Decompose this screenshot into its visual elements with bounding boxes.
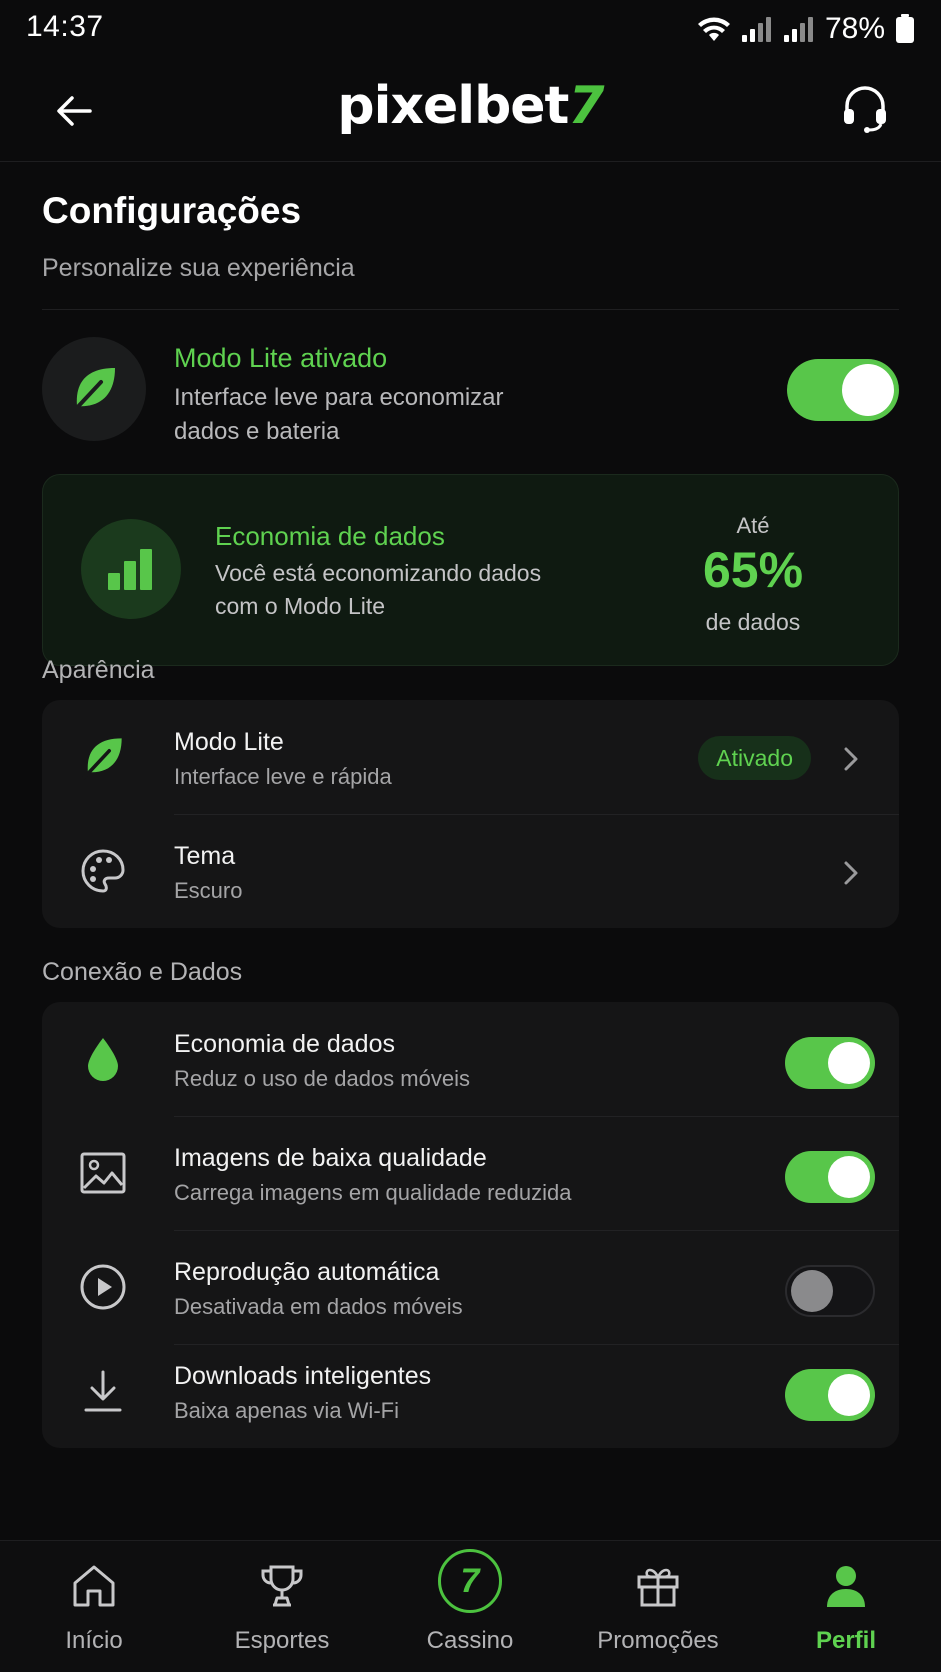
logo-text: pixelbet — [337, 76, 569, 136]
home-icon — [73, 1565, 115, 1607]
status-badge: Ativado — [698, 736, 811, 780]
row-subtitle: Reduz o uso de dados móveis — [174, 1066, 470, 1091]
trophy-icon — [261, 1565, 303, 1607]
leaf-icon — [78, 732, 128, 782]
section-label-appearance: Aparência — [42, 656, 155, 684]
toggle-knob — [828, 1374, 870, 1416]
savings-percent: 65% — [702, 542, 804, 598]
page-title: Configurações — [42, 190, 302, 231]
nav-item-promotions[interactable]: Promoções — [564, 1541, 752, 1672]
lite-mode-banner: Modo Lite ativado Interface leve para ec… — [42, 337, 899, 445]
nav-item-home[interactable]: Início — [0, 1541, 188, 1672]
row-title: Modo Lite — [174, 728, 284, 756]
savings-avatar — [81, 519, 181, 619]
row-title: Imagens de baixa qualidade — [174, 1144, 487, 1172]
toggle-knob — [828, 1042, 870, 1084]
water-drop-icon — [78, 1034, 128, 1084]
savings-description: Você está economizando dados com o Modo … — [215, 560, 542, 619]
toggle-knob — [842, 364, 894, 416]
app-logo: pixelbet7 — [0, 76, 941, 136]
nav-label: Promoções — [597, 1627, 719, 1654]
image-icon — [78, 1148, 128, 1198]
page-subtitle: Personalize sua experiência — [42, 254, 355, 282]
settings-row-theme[interactable]: Tema Escuro — [42, 814, 899, 928]
bottom-navigation: Início Esportes 7 Cassino Promoções Perf… — [0, 1540, 941, 1672]
app-header: pixelbet7 — [0, 58, 941, 162]
wifi-icon — [697, 17, 730, 41]
cellular-signal-icon — [741, 17, 771, 42]
casino-seven-icon: 7 — [438, 1549, 502, 1613]
chevron-right-icon — [844, 747, 858, 771]
row-title: Economia de dados — [174, 1030, 395, 1058]
row-subtitle: Baixa apenas via Wi-Fi — [174, 1398, 399, 1423]
nav-item-sports[interactable]: Esportes — [188, 1541, 376, 1672]
savings-prefix: Até — [736, 513, 770, 538]
nav-item-profile[interactable]: Perfil — [752, 1541, 940, 1672]
lite-mode-title: Modo Lite ativado — [174, 343, 388, 373]
row-subtitle: Desativada em dados móveis — [174, 1294, 463, 1319]
status-bar: 14:37 78% — [0, 0, 941, 58]
nav-label: Perfil — [815, 1627, 877, 1654]
toggle-knob — [828, 1156, 870, 1198]
play-circle-icon — [78, 1262, 128, 1312]
data-savings-card: Economia de dados Você está economizando… — [42, 474, 899, 666]
appearance-card: Modo Lite Interface leve e rápida Ativad… — [42, 700, 899, 928]
leaf-icon — [71, 368, 115, 414]
row-title: Reprodução automática — [174, 1258, 440, 1286]
row-subtitle: Carrega imagens em qualidade reduzida — [174, 1180, 572, 1205]
settings-row-low-quality-images: Imagens de baixa qualidade Carrega image… — [42, 1116, 899, 1230]
nav-label: Esportes — [234, 1627, 330, 1654]
logo-number: 7 — [568, 76, 604, 136]
divider — [42, 309, 899, 310]
connection-card: Economia de dados Reduz o uso de dados m… — [42, 1002, 899, 1448]
autoplay-toggle[interactable] — [785, 1265, 875, 1317]
toggle-knob — [791, 1270, 833, 1312]
settings-row-autoplay: Reprodução automática Desativada em dado… — [42, 1230, 899, 1344]
nav-label: Cassino — [426, 1627, 514, 1654]
cellular-signal-icon — [783, 17, 813, 42]
headset-support-icon[interactable] — [839, 82, 891, 134]
row-subtitle: Interface leve e rápida — [174, 764, 392, 789]
smart-downloads-toggle[interactable] — [785, 1369, 875, 1421]
lite-mode-toggle[interactable] — [787, 359, 899, 421]
user-icon — [827, 1566, 865, 1607]
row-title: Tema — [174, 842, 236, 870]
lite-mode-description: Interface leve para economizar dados e b… — [174, 384, 504, 445]
data-saver-toggle[interactable] — [785, 1037, 875, 1089]
section-label-connection: Conexão e Dados — [42, 958, 243, 986]
settings-row-smart-downloads: Downloads inteligentes Baixa apenas via … — [42, 1334, 899, 1448]
battery-icon — [896, 14, 914, 43]
battery-percent: 78% — [824, 12, 885, 45]
settings-row-data-saver: Economia de dados Reduz o uso de dados m… — [42, 1002, 899, 1116]
lite-mode-avatar — [42, 337, 146, 441]
status-icons: 78% — [697, 12, 915, 46]
row-title: Downloads inteligentes — [174, 1362, 432, 1390]
bar-chart-icon — [108, 549, 152, 590]
low-quality-images-toggle[interactable] — [785, 1151, 875, 1203]
row-subtitle: Escuro — [174, 878, 243, 903]
gift-icon — [637, 1568, 679, 1607]
settings-row-lite-mode[interactable]: Modo Lite Interface leve e rápida Ativad… — [42, 700, 899, 814]
download-icon — [78, 1366, 128, 1416]
savings-suffix: de dados — [705, 609, 801, 635]
nav-item-casino[interactable]: 7 Cassino — [376, 1541, 564, 1672]
nav-label: Início — [65, 1627, 123, 1654]
status-time: 14:37 — [26, 10, 104, 43]
savings-title: Economia de dados — [215, 521, 445, 551]
chevron-right-icon — [844, 861, 858, 885]
palette-icon — [78, 846, 128, 896]
